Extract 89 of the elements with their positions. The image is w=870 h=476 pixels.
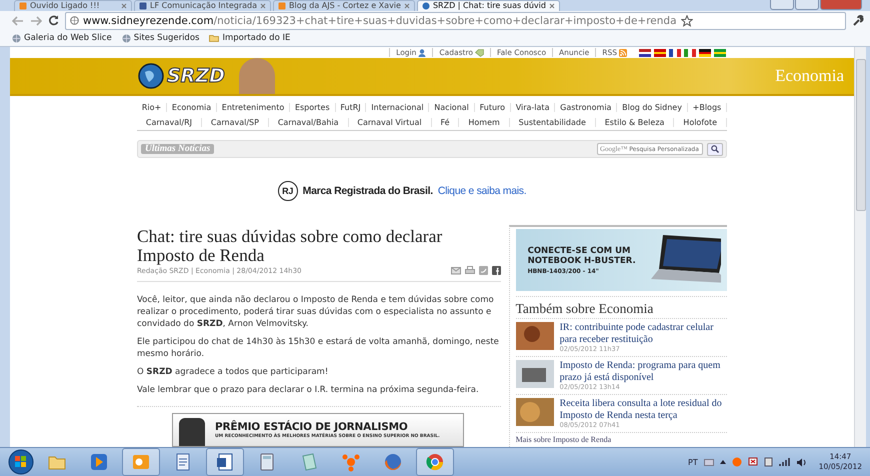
photo-placeholder <box>238 58 275 94</box>
speaker-icon[interactable] <box>796 458 807 466</box>
ad-headline: CONECTE-SE COM UM <box>528 246 632 256</box>
photo-placeholder <box>516 322 554 350</box>
taskbar-button[interactable] <box>206 448 244 476</box>
promo-link[interactable]: Clique e saiba mais. <box>438 185 526 197</box>
article-paragraph: Você, leitor, que ainda não declarou o Imposto de Renda e tem dúvidas sobre como realizar o procedimento, poderá tirar suas dúvidas com o especialista no assunto e convidado do SRZD, Arnon Velmovitsky. <box>137 294 495 330</box>
nav-link[interactable]: Carnaval/SP <box>202 118 269 127</box>
globe-icon <box>70 16 79 25</box>
nav-link[interactable]: Homem <box>459 118 510 127</box>
globe-icon <box>122 34 131 42</box>
close-icon[interactable] <box>121 3 127 9</box>
nav-link[interactable]: Nacional <box>429 103 475 112</box>
nav-link[interactable]: Holofote <box>674 118 728 127</box>
ticker-label: Últimas Notícias <box>141 144 214 154</box>
reload-icon[interactable] <box>48 15 59 26</box>
nav-link[interactable]: Rio+ <box>137 103 168 112</box>
related-link[interactable]: IR: contribuinte pode cadastrar celular para receber restituição <box>560 322 727 345</box>
maximize-button[interactable] <box>795 0 819 10</box>
nav-link[interactable]: Entretenimento <box>216 103 290 112</box>
page-icon <box>139 2 147 10</box>
play-icon <box>89 452 109 472</box>
close-icon[interactable] <box>260 3 266 9</box>
minimize-button[interactable] <box>770 0 794 10</box>
photo-placeholder <box>516 398 554 426</box>
more-link[interactable]: Mais sobre Imposto de Renda <box>516 435 727 445</box>
folder-icon <box>209 34 220 42</box>
article-title: Chat: tire suas dúvidas sobre como declarar Imposto de Renda <box>137 227 444 265</box>
globe-icon <box>422 2 430 10</box>
user-icon <box>418 48 426 56</box>
taskbar-button[interactable] <box>122 448 160 476</box>
nav-link[interactable]: Blog do Sidney <box>617 103 688 112</box>
page-icon <box>19 2 27 10</box>
nav-link[interactable]: Carnaval/RJ <box>137 118 202 127</box>
article-paragraph: Vale lembrar que o prazo para declarar o I.R. termina na próxima segunda-feira. <box>137 384 480 396</box>
nav-link[interactable]: Economia <box>167 103 217 112</box>
chrome-icon <box>425 452 445 472</box>
nav-link[interactable]: Vira-lata <box>510 103 556 112</box>
section-heading: Também sobre Economia <box>516 296 727 319</box>
forward-arrow-icon[interactable] <box>30 16 42 26</box>
nav-link[interactable]: +Blogs <box>688 103 728 112</box>
photo-placeholder <box>516 360 554 388</box>
nav-link[interactable]: Estilo & Beleza <box>596 118 674 127</box>
award-title: PRÊMIO ESTÁCIO DE JORNALISMO <box>215 421 409 433</box>
nav-link[interactable]: Esportes <box>290 103 336 112</box>
back-arrow-icon[interactable] <box>12 16 24 26</box>
section-title: Economia <box>775 66 844 86</box>
nav-link[interactable]: FutRJ <box>336 103 366 112</box>
start-orb-icon[interactable] <box>8 449 34 475</box>
nav-link[interactable]: Gastronomia <box>555 103 618 112</box>
keyboard-icon[interactable] <box>704 458 714 466</box>
bookmark-item[interactable]: Importado do IE <box>209 33 290 43</box>
document-icon <box>215 452 235 472</box>
nav-link[interactable]: Internacional <box>366 103 430 112</box>
globe-icon <box>12 34 21 42</box>
star-icon[interactable] <box>680 14 693 26</box>
nav-link[interactable]: Sustentabilidade <box>510 118 596 127</box>
promo-text: Marca Registrada do Brasil. <box>302 185 433 197</box>
browser-tab[interactable]: SRZD | Chat: tire suas dúvid <box>416 0 560 11</box>
language-indicator[interactable]: PT <box>688 458 698 466</box>
bookmark-item[interactable]: Galeria do Web Slice <box>12 33 112 43</box>
ad-headline: NOTEBOOK H-BUSTER. <box>528 256 636 266</box>
scrollbar[interactable] <box>854 47 866 447</box>
bookmark-item[interactable]: Sites Sugeridos <box>122 33 200 43</box>
taskbar-button[interactable] <box>416 448 454 476</box>
related-link[interactable]: Imposto de Renda: programa para quem prazo já está disponível <box>560 360 727 383</box>
close-icon[interactable] <box>548 3 555 9</box>
search-icon <box>711 145 719 153</box>
related-link[interactable]: Receita libera consulta a lote residual do Imposto de Renda nesta terça <box>560 398 727 421</box>
device-icon[interactable] <box>764 457 773 467</box>
nav-link[interactable]: Carnaval/Bahia <box>268 118 348 127</box>
facebook-icon[interactable] <box>492 266 501 275</box>
page-icon <box>278 2 286 10</box>
article-paragraph: O SRZD agradece a todos que participaram! <box>137 366 330 378</box>
nav-link[interactable]: Futuro <box>474 103 511 112</box>
rj-badge: RJ <box>278 181 298 201</box>
nav-link[interactable]: Fé <box>432 118 460 127</box>
url-text: www.sidneyrezende.com/noticia/169323+chat+tire+suas+duvidas+sobre+como+declarar+imposto+de+renda <box>83 14 677 26</box>
search-button[interactable] <box>707 142 723 156</box>
print-icon[interactable] <box>464 266 475 275</box>
close-icon[interactable] <box>404 3 410 9</box>
article-paragraph: Ele participou do chat de 14h30 às 15h30 e estará de volta amanhã, domingo, neste mesmo horário. <box>137 336 500 360</box>
email-icon[interactable] <box>450 266 461 275</box>
address-field[interactable]: www.sidneyrezende.com/noticia/169323+chat+tire+suas+duvidas+sobre+como+declarar+imposto+de+renda <box>65 12 846 30</box>
signal-icon[interactable] <box>778 458 790 466</box>
wrench-icon[interactable] <box>852 14 864 26</box>
caret-icon[interactable] <box>720 460 726 464</box>
nav-link[interactable]: Carnaval Virtual <box>348 118 432 127</box>
globe-logo-icon <box>138 63 164 89</box>
